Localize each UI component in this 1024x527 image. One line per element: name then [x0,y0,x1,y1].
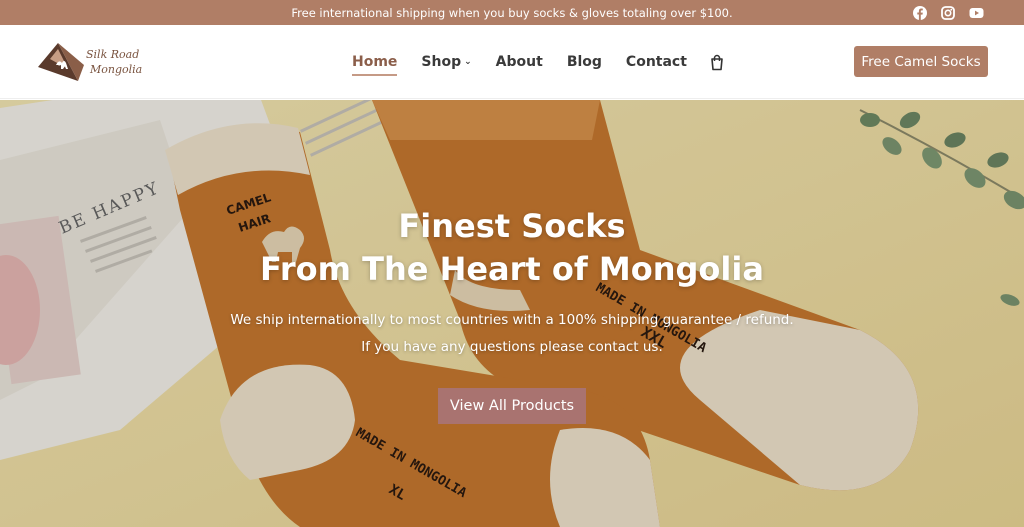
hero-title-line-1: Finest Socks [398,207,626,245]
hero-subtitle-line-1: We ship internationally to most countrie… [230,312,794,328]
nav-shop-label: Shop [421,54,462,70]
site-logo[interactable]: Silk Road Mongolia [38,41,142,83]
logo-line-1: Silk Road [86,48,140,61]
logo-text: Silk Road Mongolia [86,47,142,77]
site-header: Silk Road Mongolia Home Shop ⌄ About Blog… [0,25,1024,99]
announcement-text: Free international shipping when you buy… [291,5,733,20]
hero-content: Finest Socks From The Heart of Mongolia … [0,100,1024,527]
nav-blog[interactable]: Blog [567,54,602,70]
hero-title-line-2: From The Heart of Mongolia [260,250,764,288]
nav-contact[interactable]: Contact [626,54,687,70]
view-all-products-button[interactable]: View All Products [438,388,586,424]
nav-shop[interactable]: Shop ⌄ [421,54,471,70]
chevron-down-icon: ⌄ [464,57,472,67]
logo-mark-icon [38,43,84,81]
hero-section: BE HAPPY MADE IN MONGOLIA XXL CAMEL HAIR… [0,100,1024,527]
nav-home[interactable]: Home [352,54,398,76]
logo-line-2: Mongolia [90,63,143,76]
youtube-icon[interactable] [969,7,984,19]
free-camel-socks-button[interactable]: Free Camel Socks [854,46,988,77]
hero-subtitle-line-2: If you have any questions please contact… [361,339,663,355]
nav-about[interactable]: About [496,54,543,70]
facebook-icon[interactable] [913,5,927,20]
instagram-icon[interactable] [941,5,955,20]
hero-subtitle: We ship internationally to most countrie… [230,307,793,361]
hero-title: Finest Socks From The Heart of Mongolia [260,205,764,291]
cart-icon[interactable] [709,54,725,71]
social-links [913,0,984,25]
announcement-bar: Free international shipping when you buy… [0,0,1024,25]
main-nav: Home Shop ⌄ About Blog Contact [352,25,725,99]
